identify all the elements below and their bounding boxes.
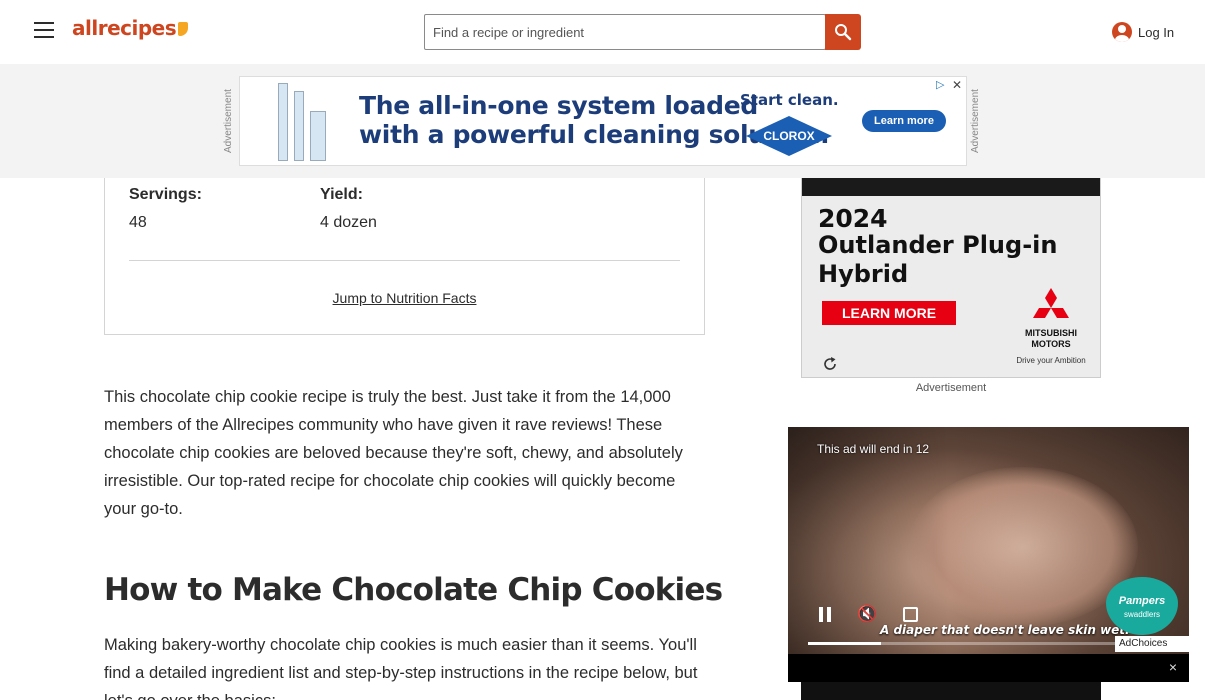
search-field[interactable] xyxy=(424,14,826,50)
car-ad-year: 2024 xyxy=(818,204,888,233)
body-paragraph: Making bakery-worthy chocolate chip cook… xyxy=(104,636,698,700)
servings-value: 48 xyxy=(129,214,147,231)
mitsubishi-wordmark-line2: MOTORS xyxy=(1031,339,1071,349)
search-input[interactable] xyxy=(425,15,825,49)
ad-bottom-strip xyxy=(801,682,1101,700)
video-tagline: A diaper that doesn't leave skin wet. xyxy=(880,623,1130,637)
adchoices-button[interactable]: AdChoices xyxy=(1115,636,1189,652)
section-heading: How to Make Chocolate Chip Cookies xyxy=(104,572,723,608)
mitsubishi-wordmark: MITSUBISHI MOTORS xyxy=(1006,328,1096,350)
intro-paragraph: This chocolate chip cookie recipe is tru… xyxy=(104,388,683,518)
yield-label: Yield: xyxy=(320,186,363,203)
pause-icon[interactable] xyxy=(815,605,835,625)
mitsubishi-wordmark-line1: MITSUBISHI xyxy=(1024,328,1077,338)
ad-learn-more-button[interactable]: Learn more xyxy=(862,110,946,132)
search-icon xyxy=(835,24,852,41)
servings-label: Servings: xyxy=(129,186,202,203)
clorox-logo-text: CLOROX xyxy=(763,129,815,143)
pampers-brand: Pampers xyxy=(1118,595,1166,607)
allrecipes-logo[interactable]: allrecipes xyxy=(72,16,189,40)
product-image xyxy=(272,81,330,163)
mitsubishi-display-ad[interactable]: 2024 Outlander Plug-in Hybrid LEARN MORE… xyxy=(801,178,1101,378)
video-progress-fill xyxy=(808,642,881,645)
login-button[interactable]: Log In xyxy=(1112,22,1174,42)
video-ad-player[interactable]: This ad will end in 12 🔇 A diaper that d… xyxy=(788,427,1189,654)
hamburger-menu-icon[interactable] xyxy=(30,22,58,42)
yield-value: 4 dozen xyxy=(320,214,377,231)
logo-spoon-icon xyxy=(178,22,189,36)
ad-label-right: Advertisement xyxy=(970,89,981,153)
fullscreen-icon[interactable] xyxy=(903,607,918,622)
ad-countdown: This ad will end in 12 xyxy=(817,442,930,456)
search-button[interactable] xyxy=(825,14,861,50)
mitsubishi-logo-icon xyxy=(1033,288,1069,318)
replay-icon[interactable] xyxy=(822,356,838,372)
site-header: allrecipes Log In xyxy=(0,0,1205,64)
car-ad-model: Outlander Plug-in Hybrid xyxy=(818,231,1058,288)
car-ad-label: Advertisement xyxy=(915,382,987,394)
ad-label-left: Advertisement xyxy=(223,89,234,153)
ad-slogan: Start clean. xyxy=(740,91,839,109)
clorox-banner-ad[interactable]: The all-in-one system loaded with a powe… xyxy=(239,76,967,166)
ad-image-strip xyxy=(802,178,1100,196)
pampers-sub: swaddlers xyxy=(1123,610,1160,619)
adchoices-icon[interactable]: ▷ xyxy=(936,78,944,91)
mitsubishi-tagline: Drive your Ambition xyxy=(1016,356,1086,365)
close-icon[interactable]: ✕ xyxy=(952,78,962,92)
mute-icon[interactable]: 🔇 xyxy=(857,605,877,625)
divider xyxy=(129,260,680,261)
close-icon[interactable]: × xyxy=(1169,659,1177,675)
video-ad-toolbar: × xyxy=(788,654,1189,682)
logo-text: allrecipes xyxy=(72,16,177,40)
account-icon xyxy=(1112,22,1132,42)
jump-to-nutrition-link[interactable]: Jump to Nutrition Facts xyxy=(105,290,704,306)
car-ad-learn-more-button[interactable]: LEARN MORE xyxy=(822,301,956,325)
login-label: Log In xyxy=(1138,24,1175,40)
